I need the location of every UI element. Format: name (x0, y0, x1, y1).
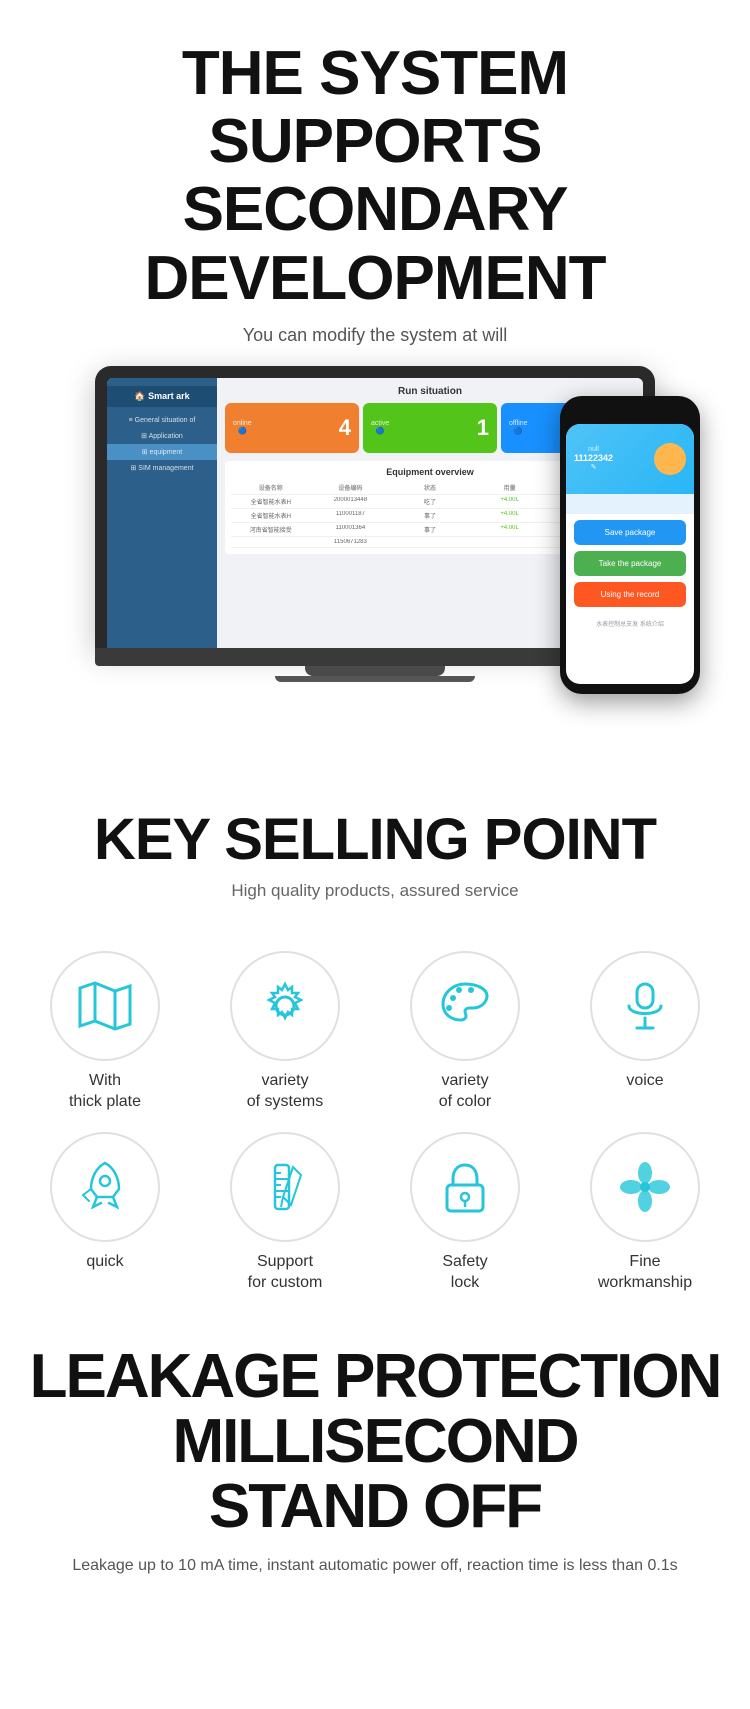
icon-item-lock: Safetylock (380, 1132, 550, 1294)
phone-avatar (654, 443, 686, 475)
card-active: active 🔵 1 (363, 403, 497, 453)
phone-btn-record: Using the record (574, 582, 686, 607)
icon-circle-lock (410, 1132, 520, 1242)
phone-notch (605, 406, 655, 418)
icon-label-map: Withthick plate (69, 1071, 141, 1113)
icon-item-ruler: Supportfor custom (200, 1132, 370, 1294)
phone-mockup: null 11122342 ✎ Save package Take the pa… (560, 396, 700, 694)
icon-circle-fan (590, 1132, 700, 1242)
icon-circle-mic (590, 951, 700, 1061)
phone-footer-text: 水表控制总支发 系统介绍 (566, 613, 694, 634)
icon-circle-palette (410, 951, 520, 1061)
icon-item-palette: varietyof color (380, 951, 550, 1113)
phone-header: null 11122342 ✎ (566, 424, 694, 494)
screen-sidebar: 🏠 Smart ark ≡ General situation of ⊞ App… (107, 378, 217, 648)
device-area: 🏠 Smart ark ≡ General situation of ⊞ App… (30, 366, 720, 746)
icon-circle-rocket (50, 1132, 160, 1242)
dev-section: THE SYSTEM SUPPORTS SECONDARY DEVELOPMEN… (0, 0, 750, 766)
phone-btn-save: Save package (574, 520, 686, 545)
phone-user-id: 11122342 (574, 453, 613, 463)
ruler-icon (255, 1157, 315, 1217)
icon-item-rocket: quick (20, 1132, 190, 1294)
ksp-title: KEY SELLING POINT (20, 806, 730, 873)
lock-icon (435, 1157, 495, 1217)
icon-item-fan: Fineworkmanship (560, 1132, 730, 1294)
nav-sim: ⊞ SIM management (107, 460, 217, 476)
icon-item-gear: varietyof systems (200, 951, 370, 1113)
icon-label-rocket: quick (86, 1252, 123, 1273)
icons-grid: Withthick plate varietyof systems variet… (0, 951, 750, 1314)
icon-label-lock: Safetylock (442, 1252, 487, 1294)
icon-label-palette: varietyof color (439, 1071, 491, 1113)
rocket-icon (75, 1157, 135, 1217)
icon-item-mic: voice (560, 951, 730, 1113)
nav-equipment: ⊞ equipment (107, 444, 217, 460)
dev-main-title: THE SYSTEM SUPPORTS SECONDARY DEVELOPMEN… (30, 40, 720, 313)
nav-general: ≡ General situation of (107, 413, 217, 428)
icon-circle-ruler (230, 1132, 340, 1242)
icon-label-mic: voice (626, 1071, 663, 1092)
map-icon (75, 976, 135, 1036)
icon-item-map: Withthick plate (20, 951, 190, 1113)
logo-bar: 🏠 Smart ark (107, 386, 217, 407)
dev-subtitle: You can modify the system at will (30, 325, 720, 346)
lp-title: LEAKAGE PROTECTIONMILLISECONDSTAND OFF (20, 1344, 730, 1539)
palette-icon (435, 976, 495, 1036)
icon-label-fan: Fineworkmanship (598, 1252, 692, 1294)
gear-icon (255, 976, 315, 1036)
icon-label-ruler: Supportfor custom (248, 1252, 323, 1294)
selling-section: KEY SELLING POINT High quality products,… (0, 766, 750, 951)
nav-application: ⊞ Application (107, 428, 217, 444)
phone-screen: null 11122342 ✎ Save package Take the pa… (566, 424, 694, 684)
ksp-subtitle: High quality products, assured service (20, 881, 730, 901)
phone-btn-take: Take the package (574, 551, 686, 576)
fan-icon (615, 1157, 675, 1217)
mic-icon (615, 976, 675, 1036)
lp-desc: Leakage up to 10 mA time, instant automa… (20, 1553, 730, 1579)
card-online: online 🔵 4 (225, 403, 359, 453)
leakage-section: LEAKAGE PROTECTIONMILLISECONDSTAND OFF L… (0, 1314, 750, 1599)
icon-label-gear: varietyof systems (247, 1071, 323, 1113)
icon-circle-gear (230, 951, 340, 1061)
icon-circle-map (50, 951, 160, 1061)
